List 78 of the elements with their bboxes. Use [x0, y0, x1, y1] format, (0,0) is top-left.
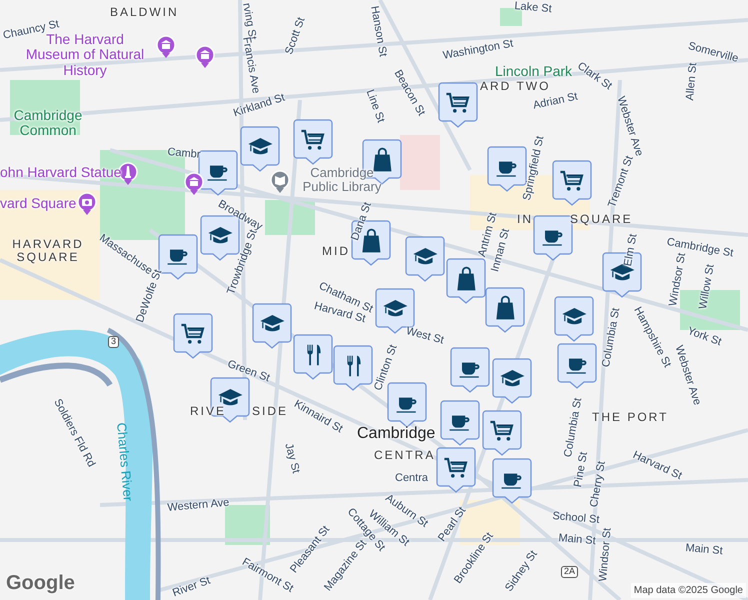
shopping-cart-icon — [560, 170, 584, 191]
street-label: Hanson St — [368, 5, 389, 58]
street-label: Line St — [364, 88, 387, 124]
museum-icon[interactable] — [195, 45, 215, 69]
street-label: Cherry St — [588, 460, 608, 508]
street-label: Scott St — [283, 16, 308, 56]
fork-knife-icon — [347, 356, 361, 376]
neighborhood-label: ARD TWO — [480, 80, 550, 94]
city-label: Cambridge — [357, 425, 436, 443]
camera-icon[interactable] — [77, 192, 97, 216]
shopping-cart-icon — [490, 420, 514, 441]
street-label: Washington St — [442, 38, 514, 62]
street-label: Centra — [395, 472, 428, 484]
coffee-cup-icon — [450, 416, 470, 431]
river-label: Charles River — [114, 422, 135, 502]
graduation-cap-icon — [562, 308, 586, 324]
street-label: West St — [404, 325, 445, 347]
coffee-cup-icon — [566, 358, 586, 374]
graduation-cap-icon — [383, 300, 408, 316]
neighborhood-label: CENTRA — [374, 449, 436, 462]
neighborhood-label: MID — [322, 245, 350, 258]
park-area — [10, 80, 80, 135]
street-label: Elm St — [622, 233, 640, 268]
shopping-bag-icon — [373, 148, 392, 172]
shopping-bag-icon — [496, 296, 514, 320]
street-label: Windsor St — [597, 527, 614, 582]
route-shield: 3 — [108, 336, 120, 348]
museum-icon[interactable] — [156, 35, 176, 59]
street-label: Columbia St — [600, 307, 622, 368]
coffee-cup-icon — [496, 162, 516, 177]
map-attribution[interactable]: Map data ©2025 Google — [630, 583, 746, 598]
coffee-cup-icon — [460, 362, 480, 378]
neighborhood-label: BALDWIN — [110, 6, 179, 20]
street-label: Main St — [684, 542, 724, 558]
street-label: Clinton St — [372, 343, 400, 392]
fork-knife-icon — [307, 344, 321, 366]
street-label: Springfield St — [521, 135, 546, 202]
coffee-cup-icon — [502, 474, 522, 489]
graduation-cap-icon — [260, 315, 284, 332]
street-label: Western Ave — [167, 496, 230, 514]
graduation-cap-icon — [610, 264, 634, 280]
street-label: Green St — [226, 358, 272, 384]
graduation-cap-icon — [413, 248, 438, 264]
place-label: vard Square — [0, 196, 76, 212]
graduation-cap-icon — [218, 389, 242, 406]
coffee-cup-icon — [208, 166, 228, 181]
street-label: Main St — [558, 532, 596, 548]
neighborhood-label: SIDE — [252, 405, 288, 418]
street-label: Allen St — [684, 62, 700, 102]
coffee-cup-icon — [542, 230, 562, 246]
street-label: River St — [171, 574, 212, 600]
shopping-cart-icon — [181, 324, 204, 344]
street-label: School St — [552, 510, 600, 526]
library-icon[interactable] — [270, 170, 290, 194]
shopping-bag-icon — [457, 266, 476, 290]
shaded-area — [400, 135, 440, 190]
coffee-cup-icon — [396, 398, 416, 413]
street-label: Willow St — [697, 263, 717, 310]
neighborhood-label: THE PORT — [592, 411, 668, 424]
route-shield: 2A — [561, 566, 578, 578]
shopping-cart-icon — [301, 130, 324, 150]
park-label: Cambridge Common — [12, 108, 84, 139]
street-label: Cambr — [166, 146, 201, 161]
park-label: Lincoln Park — [495, 64, 572, 80]
graduation-cap-icon — [248, 138, 272, 154]
graduation-cap-icon — [500, 370, 524, 386]
street-label: Pine St — [572, 451, 590, 488]
neighborhood-label: IN — [517, 213, 533, 226]
map-logo: Google — [6, 571, 75, 596]
coffee-cup-icon — [168, 250, 188, 265]
shopping-cart-icon — [446, 92, 470, 113]
shopping-cart-icon — [444, 458, 468, 478]
neighborhood-label: HARVARD SQUARE — [11, 238, 85, 264]
street-label: Adrian St — [532, 90, 579, 112]
street-label: Jay St — [282, 442, 302, 475]
street-label: Lake St — [514, 0, 552, 16]
street-label: Dana St — [349, 200, 374, 242]
street-label: Windsor St — [667, 252, 688, 308]
